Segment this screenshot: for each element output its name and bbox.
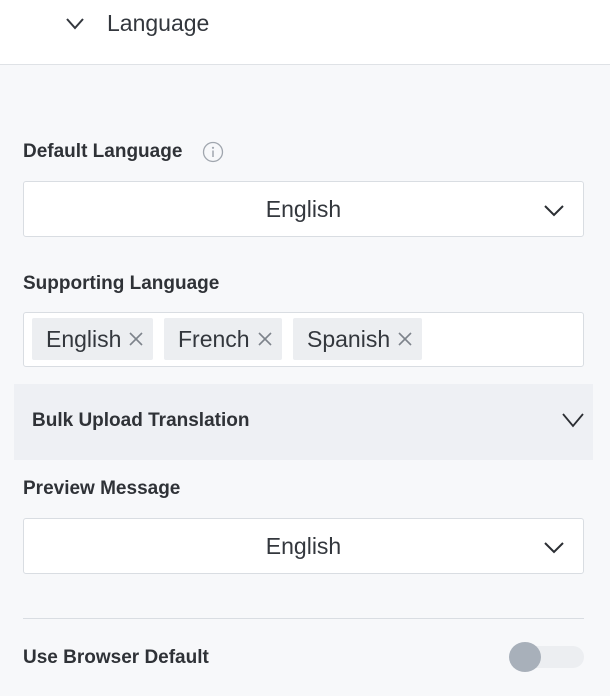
default-language-label: Default Language <box>23 141 183 162</box>
language-tag-english: English <box>32 318 154 360</box>
tag-label: English <box>46 325 122 352</box>
section-title: Language <box>107 10 210 36</box>
chevron-down-icon <box>544 205 564 217</box>
chevron-down-icon[interactable] <box>64 12 86 34</box>
default-language-select[interactable]: English <box>23 181 584 237</box>
browser-default-label: Use Browser Default <box>23 647 209 668</box>
preview-message-value: English <box>265 532 342 559</box>
chevron-down-icon <box>562 413 584 428</box>
bulk-upload-label: Bulk Upload Translation <box>32 410 250 431</box>
browser-default-toggle[interactable] <box>509 642 584 672</box>
close-icon[interactable] <box>256 330 274 348</box>
tag-label: Spanish <box>307 325 391 352</box>
tag-label: French <box>178 325 250 352</box>
info-icon[interactable] <box>202 141 224 163</box>
supporting-language-label: Supporting Language <box>23 273 220 294</box>
chevron-down-icon <box>544 542 564 554</box>
default-language-value: English <box>265 195 342 222</box>
divider <box>23 618 584 619</box>
close-icon[interactable] <box>127 330 145 348</box>
toggle-knob <box>509 642 541 672</box>
language-tag-french: French <box>164 318 282 360</box>
language-tag-spanish: Spanish <box>293 318 423 360</box>
preview-message-label: Preview Message <box>23 478 181 499</box>
supporting-language-multiselect[interactable]: English French Spanish <box>23 312 584 367</box>
preview-message-select[interactable]: English <box>23 518 584 574</box>
language-section-header[interactable]: Language <box>0 0 610 65</box>
close-icon[interactable] <box>396 330 414 348</box>
bulk-upload-translation-accordion[interactable]: Bulk Upload Translation <box>14 384 593 460</box>
